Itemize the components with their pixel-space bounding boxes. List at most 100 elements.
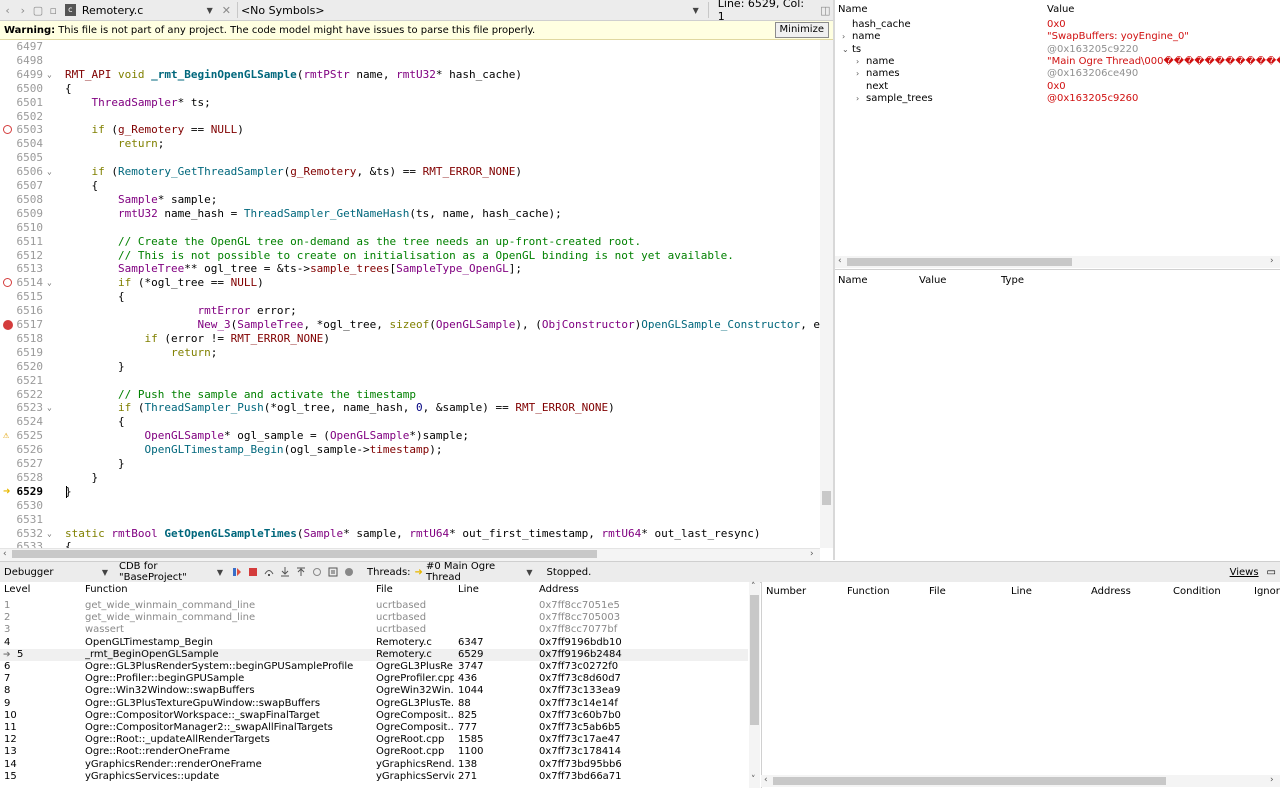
stop-icon[interactable] xyxy=(248,567,258,577)
code-text[interactable]: ThreadSampler* ts; xyxy=(65,96,211,110)
code-line[interactable]: 6524 { xyxy=(0,415,820,429)
code-text[interactable]: { xyxy=(65,82,72,96)
current-line-arrow-icon[interactable]: ➜ xyxy=(3,484,13,498)
stack-frame-row[interactable]: 13 Ogre::Root::renderOneFrame OgreRoot.cpp… xyxy=(0,746,748,758)
line-number[interactable]: 6514 xyxy=(13,276,44,290)
line-number[interactable]: 6527 xyxy=(13,457,44,471)
line-number[interactable]: 6511 xyxy=(13,235,44,249)
expand-arrow-icon[interactable]: › xyxy=(856,93,859,105)
code-line[interactable]: 6501 ThreadSampler* ts; xyxy=(0,96,820,110)
line-number[interactable]: 6501 xyxy=(13,96,44,110)
stack-frame-row[interactable]: 15 yGraphicsServices::update yGraphicsServ… xyxy=(0,771,748,783)
locals-header-value[interactable]: Value xyxy=(1047,4,1074,15)
line-number[interactable]: 6530 xyxy=(13,499,44,513)
line-number[interactable]: 6523 xyxy=(13,401,44,415)
step-instruction-icon[interactable] xyxy=(328,567,338,577)
locals-row[interactable]: next 0x0 xyxy=(835,81,1280,93)
stack-frame-row[interactable]: ➔ 5 _rmt_BeginOpenGLSample Remotery.c 6529 0x… xyxy=(0,648,748,661)
step-out-icon[interactable] xyxy=(296,567,306,577)
line-number[interactable]: 6498 xyxy=(13,54,44,68)
scroll-right-icon[interactable]: › xyxy=(810,549,814,559)
code-line[interactable]: 6512 // This is not possible to create o… xyxy=(0,249,820,263)
code-text[interactable]: SampleTree** ogl_tree = &ts->sample_tree… xyxy=(65,262,522,276)
code-text[interactable]: return; xyxy=(65,346,217,360)
code-line[interactable]: 6522 // Push the sample and activate the… xyxy=(0,388,820,402)
code-text[interactable]: } xyxy=(65,457,125,471)
expand-arrow-icon[interactable]: › xyxy=(842,31,845,43)
code-line[interactable]: 6531 xyxy=(0,513,820,527)
bp-header-function[interactable]: Function xyxy=(847,586,890,597)
line-number[interactable]: 6509 xyxy=(13,207,44,221)
code-line[interactable]: 6513 SampleTree** ogl_tree = &ts->sample… xyxy=(0,262,820,276)
scroll-down-icon[interactable]: ˅ xyxy=(751,775,756,785)
code-line[interactable]: ⚠ 6525 OpenGLSample* ogl_sample = (OpenGL… xyxy=(0,429,820,443)
code-line[interactable]: 6511 // Create the OpenGL tree on-demand… xyxy=(0,235,820,249)
line-number[interactable]: 6513 xyxy=(13,262,44,276)
breakpoint-icon[interactable] xyxy=(3,278,12,288)
code-line[interactable]: 6500 { xyxy=(0,82,820,96)
expr-header-name[interactable]: Name xyxy=(838,275,868,286)
line-number[interactable]: 6528 xyxy=(13,471,44,485)
debugger-engine-combobox[interactable]: CDB for "BaseProject" ▼ xyxy=(114,561,229,583)
warning-icon[interactable]: ⚠ xyxy=(3,429,13,441)
code-text[interactable]: if (error != RMT_ERROR_NONE) xyxy=(65,332,329,346)
code-line[interactable]: 6498 xyxy=(0,54,820,68)
code-line[interactable]: 6526 OpenGLTimestamp_Begin(ogl_sample->t… xyxy=(0,443,820,457)
code-line[interactable]: 6505 xyxy=(0,151,820,165)
breakpoints-panel[interactable]: Number Function File Line Address Condit… xyxy=(761,582,1280,788)
code-line[interactable]: 6528 } xyxy=(0,471,820,485)
code-line[interactable]: 6527 } xyxy=(0,457,820,471)
panel-options-icon[interactable]: ▭ xyxy=(1267,567,1276,578)
scroll-up-icon[interactable]: ˄ xyxy=(751,582,756,592)
scroll-left-icon[interactable]: ‹ xyxy=(3,549,7,559)
line-number[interactable]: 6517 xyxy=(13,318,44,332)
locals-header-name[interactable]: Name xyxy=(838,4,868,15)
line-number[interactable]: 6500 xyxy=(13,82,44,96)
stack-header-level[interactable]: Level xyxy=(4,584,64,596)
code-text[interactable]: } xyxy=(65,471,98,485)
line-number[interactable]: 6507 xyxy=(13,179,44,193)
code-text[interactable]: // Push the sample and activate the time… xyxy=(65,388,416,402)
line-number[interactable]: 6526 xyxy=(13,443,44,457)
record-icon[interactable] xyxy=(344,567,354,577)
stack-frame-row[interactable]: 10 Ogre::CompositorWorkspace::_swapFinalT… xyxy=(0,710,748,722)
line-number[interactable]: 6518 xyxy=(13,332,44,346)
line-number[interactable]: 6497 xyxy=(13,40,44,54)
line-number[interactable]: 6504 xyxy=(13,137,44,151)
code-text[interactable]: { xyxy=(65,415,125,429)
code-line[interactable]: 6517 New_3(SampleTree, *ogl_tree, sizeof… xyxy=(0,318,833,332)
fold-marker-icon[interactable]: ⌄ xyxy=(47,276,52,290)
stack-frame-row[interactable]: 11 Ogre::CompositorManager2::_swapAllFina… xyxy=(0,722,748,734)
stack-header-line[interactable]: Line xyxy=(458,584,536,596)
views-button[interactable]: Views xyxy=(1230,567,1259,578)
restart-icon[interactable] xyxy=(312,567,322,577)
locals-row[interactable]: › sample_trees @0x163205c9260 xyxy=(835,93,1280,105)
code-line[interactable]: ➜ 6529} xyxy=(0,484,820,499)
line-col-indicator[interactable]: Line: 6529, Col: 1 xyxy=(718,0,810,23)
locals-horizontal-scroll-thumb[interactable] xyxy=(847,258,1072,266)
stack-frame-row[interactable]: 8 Ogre::Win32Window::swapBuffers OgreWin32… xyxy=(0,685,748,697)
code-text[interactable]: return; xyxy=(65,137,164,151)
scroll-left-icon[interactable]: ‹ xyxy=(764,775,768,785)
file-combobox[interactable]: c Remotery.c ▼ xyxy=(64,1,219,19)
bp-header-line[interactable]: Line xyxy=(1011,586,1032,597)
code-line[interactable]: 6510 xyxy=(0,221,820,235)
scroll-right-icon[interactable]: › xyxy=(1270,775,1274,785)
code-line[interactable]: 6532 ⌄ static rmtBool GetOpenGLSampleTimes… xyxy=(0,527,820,541)
scroll-left-icon[interactable]: ‹ xyxy=(838,256,842,266)
code-text[interactable]: { xyxy=(65,540,72,548)
code-line[interactable]: 6521 xyxy=(0,374,820,388)
split-editor-icon[interactable]: ◫ xyxy=(818,2,833,18)
stack-frame-row[interactable]: 3 wassert ucrtbased 0x7ff8cc7077bf xyxy=(0,624,748,636)
code-line[interactable]: 6506 ⌄ if (Remotery_GetThreadSampler(g_Re… xyxy=(0,165,820,179)
code-text[interactable]: // This is not possible to create on ini… xyxy=(65,249,734,263)
expr-header-type[interactable]: Type xyxy=(1001,275,1024,286)
close-icon[interactable]: ✕ xyxy=(219,2,234,18)
stack-frame-row[interactable]: 6 Ogre::GL3PlusRenderSystem::beginGPUSamp… xyxy=(0,661,748,673)
line-number[interactable]: 6506 xyxy=(13,165,44,179)
locals-row[interactable]: › name "Main Ogre Thread\000��������������… xyxy=(835,56,1280,68)
code-line[interactable]: 6502 xyxy=(0,110,820,124)
stack-frame-row[interactable]: 4 OpenGLTimestamp_Begin Remotery.c 6347 0x7f… xyxy=(0,637,748,649)
code-line[interactable]: 6533 { xyxy=(0,540,820,548)
line-number[interactable]: 6529 xyxy=(13,485,44,499)
